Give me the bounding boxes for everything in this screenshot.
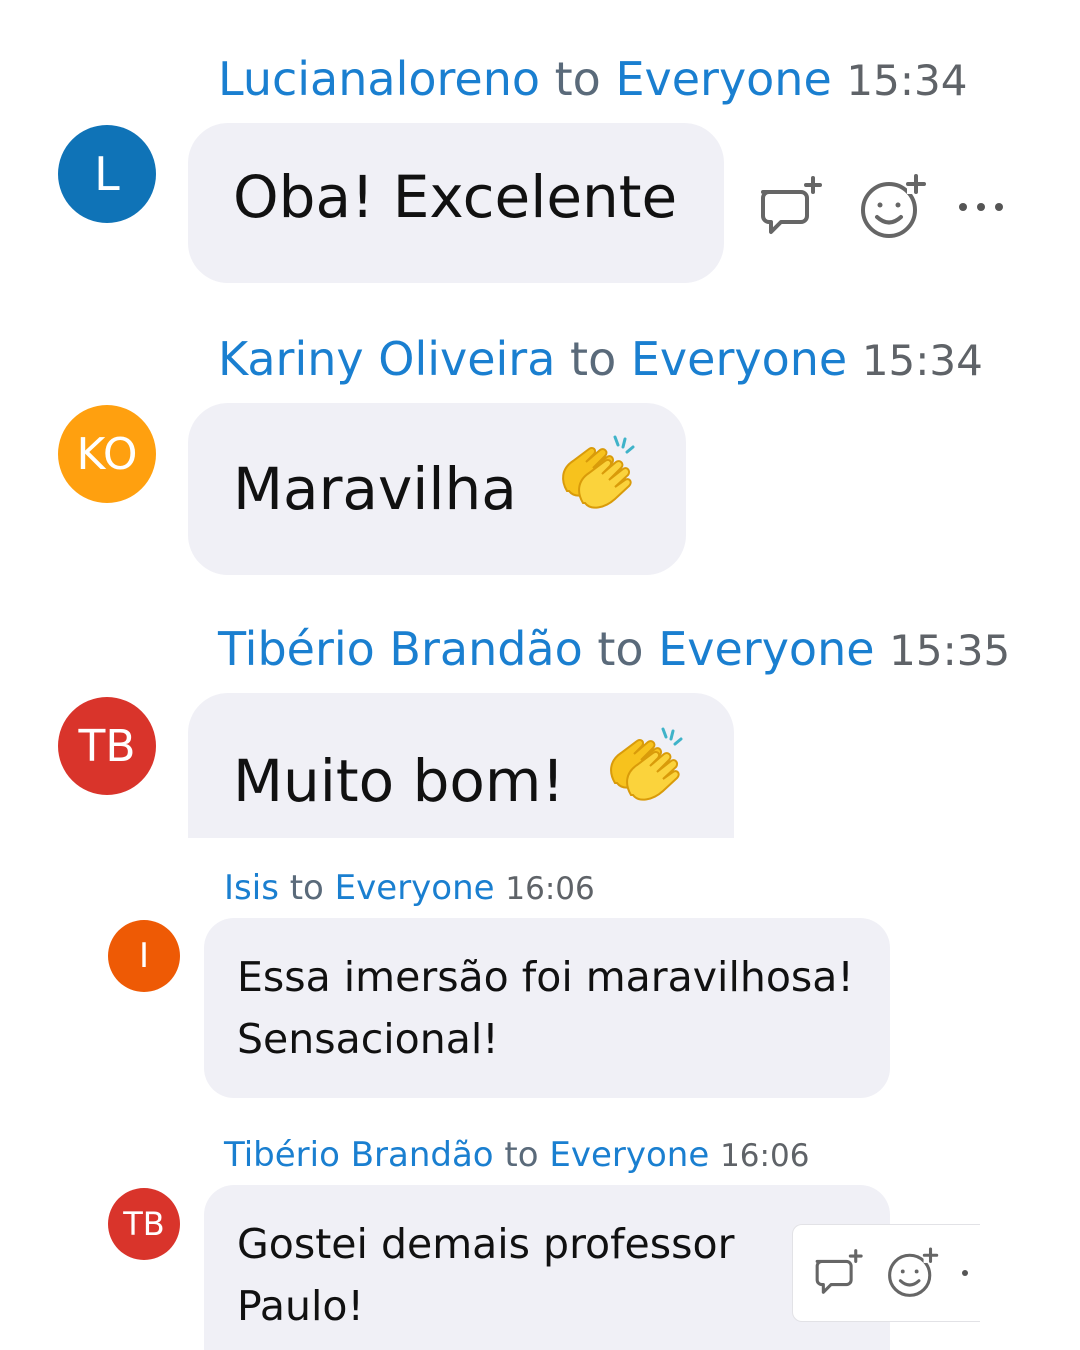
message-bubble: Muito bom!: [188, 693, 734, 838]
recipient-name[interactable]: Everyone: [658, 622, 874, 676]
message-text-line: Essa imersão foi maravilhosa!: [237, 953, 854, 1001]
message-bubble: Oba! Excelente: [188, 123, 724, 283]
avatar[interactable]: TB: [108, 1188, 180, 1260]
timestamp: 16:06: [720, 1138, 810, 1174]
clapping-hands-icon: [601, 723, 691, 827]
sender-name[interactable]: Isis: [224, 868, 279, 908]
message-text-line: Sensacional!: [237, 1015, 499, 1063]
reply-icon[interactable]: [755, 172, 825, 242]
message-text: Muito bom!: [233, 747, 565, 816]
clapping-hands-icon: [553, 431, 643, 535]
more-options-icon[interactable]: [955, 1246, 975, 1300]
message-bubble: Gostei demais professor Paulo!: [204, 1185, 890, 1350]
reply-icon[interactable]: [811, 1246, 865, 1300]
avatar[interactable]: I: [108, 920, 180, 992]
more-options-icon[interactable]: [951, 172, 1011, 242]
to-label: to: [554, 52, 601, 106]
sender-name[interactable]: Tibério Brandão: [224, 1135, 494, 1175]
sender-name[interactable]: Lucianaloreno: [218, 52, 540, 106]
message-header: Lucianaloreno to Everyone 15:34: [218, 52, 967, 106]
message-header: Tibério Brandão to Everyone 15:35: [218, 622, 1010, 676]
message-header: Tibério Brandão to Everyone 16:06: [224, 1135, 809, 1175]
timestamp: 15:35: [889, 626, 1011, 675]
avatar[interactable]: TB: [58, 697, 156, 795]
message-header: Kariny Oliveira to Everyone 15:34: [218, 332, 983, 386]
sender-name[interactable]: Kariny Oliveira: [218, 332, 555, 386]
message-actions: [755, 172, 1011, 242]
to-label: to: [504, 1135, 539, 1175]
recipient-name[interactable]: Everyone: [631, 332, 847, 386]
recipient-name[interactable]: Everyone: [615, 52, 831, 106]
avatar[interactable]: KO: [58, 405, 156, 503]
avatar-initials: L: [94, 147, 120, 201]
to-label: to: [597, 622, 644, 676]
message-text: Maravilha: [233, 455, 517, 524]
timestamp: 15:34: [861, 336, 983, 385]
avatar-initials: I: [138, 936, 150, 976]
timestamp: 16:06: [505, 871, 595, 907]
message-bubble: Essa imersão foi maravilhosa! Sensaciona…: [204, 918, 890, 1098]
message-bubble: Maravilha: [188, 403, 686, 575]
add-reaction-icon[interactable]: [857, 172, 927, 242]
to-label: to: [570, 332, 617, 386]
timestamp: 15:34: [846, 56, 968, 105]
recipient-name[interactable]: Everyone: [335, 868, 495, 908]
sender-name[interactable]: Tibério Brandão: [218, 622, 583, 676]
avatar-initials: TB: [78, 720, 136, 772]
avatar[interactable]: L: [58, 125, 156, 223]
message-text: Oba! Excelente: [233, 163, 678, 231]
message-header: Isis to Everyone 16:06: [224, 868, 595, 908]
avatar-initials: KO: [76, 428, 138, 480]
add-reaction-icon[interactable]: [885, 1246, 939, 1300]
avatar-initials: TB: [123, 1205, 165, 1243]
to-label: to: [289, 868, 324, 908]
recipient-name[interactable]: Everyone: [549, 1135, 709, 1175]
message-actions: [792, 1224, 980, 1322]
